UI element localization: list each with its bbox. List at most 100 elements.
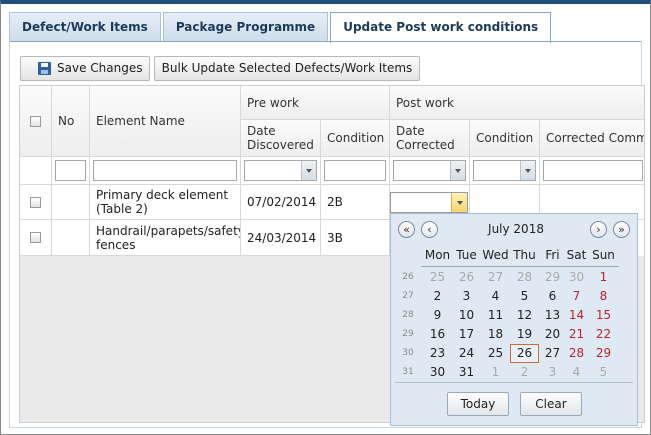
calendar-day[interactable]: 18 [481, 325, 510, 344]
calendar-day[interactable]: 12 [510, 306, 539, 325]
day-of-week-mon: Mon [424, 248, 451, 262]
header-no[interactable]: No [52, 86, 90, 157]
filter-element-name-input[interactable] [93, 160, 237, 181]
calendar-day[interactable]: 25 [481, 344, 510, 363]
date-picker-popup: « ‹ July 2018 › » Mon Tue Wed Thu Fri Sa… [390, 213, 638, 426]
filter-cell-comments [540, 157, 644, 185]
prev-month-button[interactable]: ‹ [421, 221, 438, 238]
row-checkbox[interactable] [30, 196, 41, 208]
week-number: 27 [402, 291, 414, 301]
table-row-select [20, 185, 52, 220]
calendar-day[interactable]: 8 [589, 287, 618, 306]
day-of-week-thu: Thu [513, 248, 536, 262]
calendar-day[interactable]: 4 [562, 363, 591, 382]
calendar-day[interactable]: 11 [481, 306, 510, 325]
header-post-work: Post work [390, 86, 644, 120]
header-date-corrected[interactable]: Date Corrected [390, 120, 470, 157]
save-changes-label: Save Changes [57, 61, 143, 75]
week-number: 31 [402, 367, 414, 377]
week-number: 26 [402, 272, 414, 282]
week-number: 29 [402, 329, 414, 339]
row-date-discovered: 24/03/2014 [241, 220, 321, 256]
calendar-day[interactable]: 26 [452, 268, 481, 287]
filter-condition-input[interactable] [324, 160, 386, 181]
calendar-day[interactable]: 9 [423, 306, 452, 325]
calendar-day[interactable]: 2 [510, 363, 539, 382]
tab-strip: Defect/Work Items Package Programme Upda… [9, 12, 553, 43]
next-year-button[interactable]: » [613, 221, 630, 238]
calendar-day[interactable]: 28 [510, 268, 539, 287]
calendar-day[interactable]: 10 [452, 306, 481, 325]
save-disk-icon [38, 62, 51, 75]
clear-button[interactable]: Clear [520, 392, 582, 416]
row-element-name: Handrail/parapets/safety fences [90, 220, 241, 256]
filter-cell-condition [321, 157, 390, 185]
calendar-day[interactable]: 27 [481, 268, 510, 287]
calendar-day[interactable]: 25 [423, 268, 452, 287]
calendar-day[interactable]: 19 [510, 325, 539, 344]
calendar-day[interactable]: 30 [423, 363, 452, 382]
next-month-button[interactable]: › [590, 221, 607, 238]
calendar-day[interactable]: 7 [562, 287, 591, 306]
calendar-day[interactable]: 4 [481, 287, 510, 306]
calendar-day[interactable]: 2 [423, 287, 452, 306]
calendar-day[interactable]: 1 [589, 268, 618, 287]
calendar-day[interactable]: 21 [562, 325, 591, 344]
tab-defect-work-items[interactable]: Defect/Work Items [9, 12, 161, 42]
filter-cell-select [20, 157, 52, 185]
header-pre-work: Pre work [241, 86, 390, 120]
filter-no-input[interactable] [55, 160, 86, 181]
calendar-day[interactable]: 28 [562, 344, 591, 363]
day-of-week-tue: Tue [456, 248, 477, 262]
tab-update-post-work-conditions[interactable]: Update Post work conditions [330, 12, 552, 43]
select-all-checkbox[interactable] [30, 115, 41, 127]
calendar-day[interactable]: 5 [510, 287, 539, 306]
day-of-week-sat: Sat [566, 248, 587, 262]
filter-cell-date-discovered [241, 157, 321, 185]
day-of-week-sun: Sun [592, 248, 615, 262]
calendar-day[interactable]: 5 [589, 363, 618, 382]
filter-post-condition-select[interactable] [473, 160, 536, 181]
calendar-day-selected[interactable]: 26 [510, 344, 539, 363]
row-checkbox[interactable] [30, 232, 41, 243]
header-date-discovered[interactable]: Date Discovered [241, 120, 321, 157]
calendar-day[interactable]: 15 [589, 306, 618, 325]
week-number: 30 [402, 348, 414, 358]
calendar-day[interactable]: 24 [452, 344, 481, 363]
day-of-week-wed: Wed [482, 248, 509, 262]
save-changes-button[interactable]: Save Changes [20, 56, 150, 81]
bulk-update-button[interactable]: Bulk Update Selected Defects/Work Items [154, 56, 420, 81]
calendar-day[interactable]: 1 [481, 363, 510, 382]
tab-package-programme[interactable]: Package Programme [162, 12, 329, 42]
calendar-divider [421, 266, 619, 267]
row-element-name: Primary deck element (Table 2) [90, 185, 241, 220]
calendar-day[interactable]: 30 [562, 268, 591, 287]
date-corrected-input[interactable] [390, 191, 468, 213]
calendar-day[interactable]: 22 [589, 325, 618, 344]
table-row-select [20, 220, 52, 256]
calendar-dropdown-icon[interactable] [451, 192, 467, 212]
chevron-down-icon[interactable] [301, 161, 316, 180]
calendar-day[interactable]: 17 [452, 325, 481, 344]
calendar-day[interactable]: 29 [589, 344, 618, 363]
row-condition: 3B [321, 220, 390, 256]
row-no [52, 185, 90, 220]
calendar-day[interactable]: 3 [452, 287, 481, 306]
prev-year-button[interactable]: « [398, 221, 415, 238]
today-button[interactable]: Today [447, 392, 509, 416]
calendar-day[interactable]: 14 [562, 306, 591, 325]
calendar-day[interactable]: 31 [452, 363, 481, 382]
filter-comments-input[interactable] [543, 160, 643, 181]
header-corrected-comments[interactable]: Corrected Comme [540, 120, 644, 157]
header-element-name[interactable]: Element Name [90, 86, 241, 157]
filter-cell-post-condition [470, 157, 540, 185]
filter-date-discovered-select[interactable] [244, 160, 317, 181]
header-condition[interactable]: Condition [321, 120, 390, 157]
filter-date-corrected-select[interactable] [393, 160, 466, 181]
header-post-condition[interactable]: Condition [470, 120, 540, 157]
chevron-down-icon[interactable] [450, 161, 465, 180]
calendar-day[interactable]: 23 [423, 344, 452, 363]
calendar-month-title[interactable]: July 2018 [451, 222, 581, 236]
chevron-down-icon[interactable] [520, 161, 535, 180]
calendar-day[interactable]: 16 [423, 325, 452, 344]
